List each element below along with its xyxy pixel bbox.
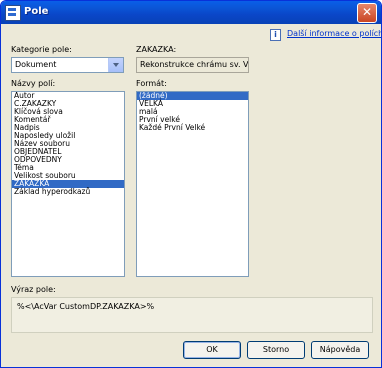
help-button[interactable]: Nápověda	[311, 341, 369, 359]
category-value: Dokument	[15, 60, 57, 69]
expression-box: %<\AcVar CustomDP.ZAKAZKA>%	[11, 297, 373, 333]
format-label: Formát:	[136, 79, 167, 88]
cancel-button[interactable]: Storno	[247, 341, 305, 359]
list-item[interactable]: Základ hyperodkazů	[12, 188, 124, 196]
info-icon: i	[270, 29, 281, 41]
close-button[interactable]: ✕	[357, 3, 377, 23]
list-item[interactable]: Každé První Velké	[137, 124, 248, 132]
chevron-down-icon[interactable]	[108, 58, 123, 72]
category-label: Kategorie pole:	[11, 45, 72, 54]
category-dropdown[interactable]: Dokument	[11, 57, 124, 73]
ok-button[interactable]: OK	[183, 341, 241, 359]
expression-text: %<\AcVar CustomDP.ZAKAZKA>%	[17, 302, 155, 311]
more-info-link[interactable]: Další informace o polích	[287, 29, 381, 38]
field-value-text: Rekonstrukce chrámu sv. Vít...	[140, 60, 249, 69]
title-bar[interactable]: Pole ✕	[1, 1, 381, 24]
field-dialog: Pole ✕ i Další informace o polích Katego…	[0, 0, 382, 368]
field-value-box: Rekonstrukce chrámu sv. Vít...	[136, 57, 249, 73]
window-title: Pole	[24, 6, 49, 17]
field-value-label: ZAKAZKA:	[136, 45, 177, 54]
app-icon	[5, 5, 21, 21]
format-list[interactable]: (žádné) VELKÁ malá První velké Každé Prv…	[136, 91, 249, 277]
field-names-label: Názvy polí:	[11, 79, 56, 88]
expression-label: Výraz pole:	[11, 285, 56, 294]
field-names-list[interactable]: Autor C.ZAKAZKY Klíčová slova Komentář N…	[11, 91, 125, 277]
